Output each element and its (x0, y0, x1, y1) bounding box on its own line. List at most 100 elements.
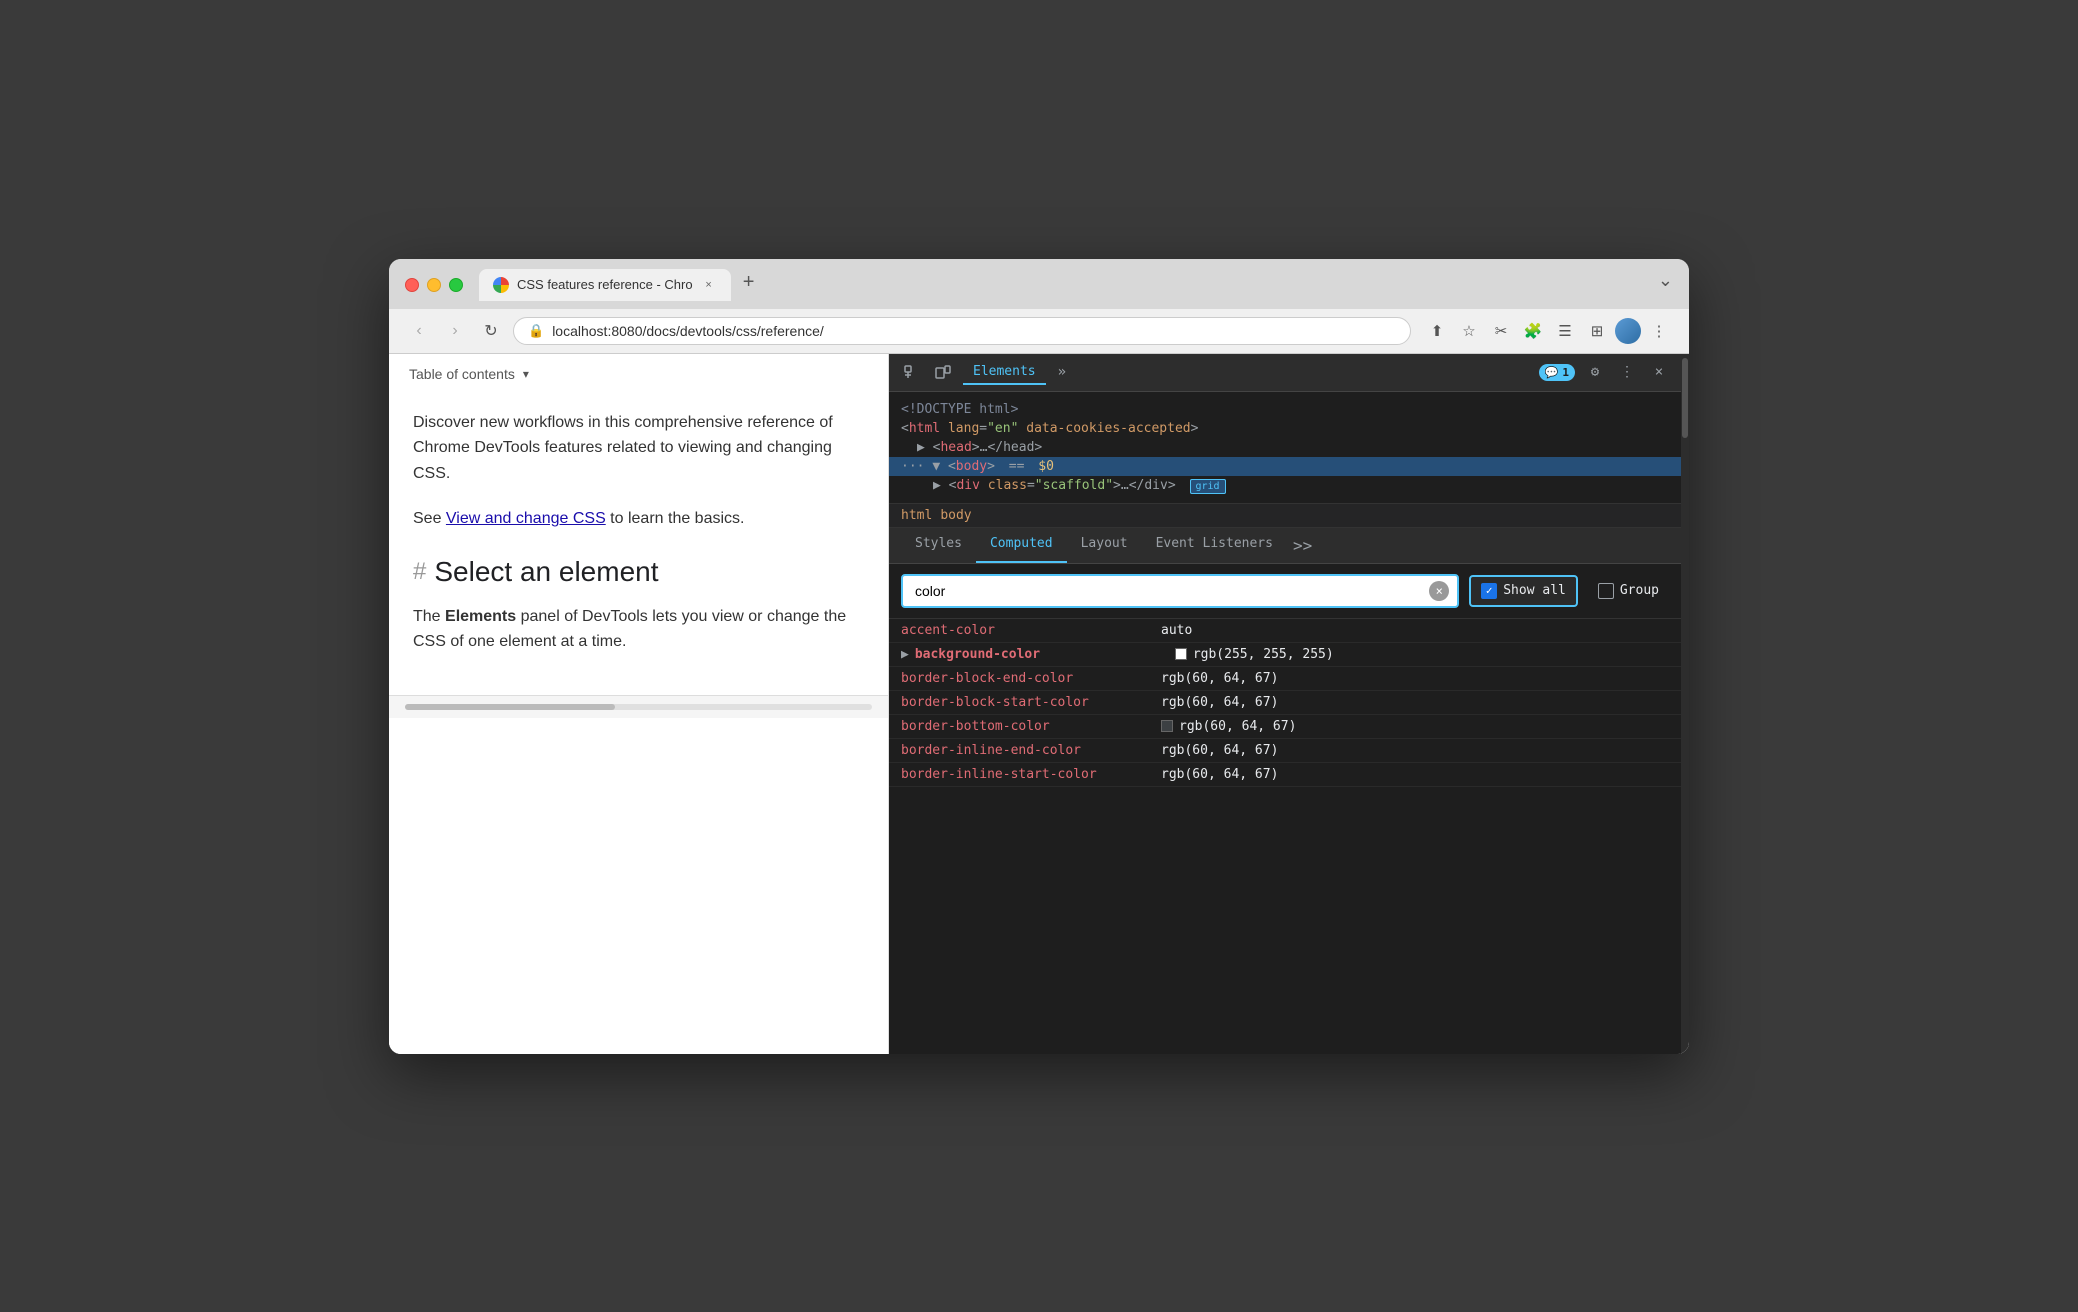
devtools-more-icon[interactable]: ⋮ (1615, 360, 1639, 384)
dom-line-head[interactable]: ▶ <head>…</head> (901, 438, 1669, 457)
devtools-toolbar: Elements » 💬 1 ⚙ ⋮ × (889, 354, 1681, 392)
dom-line-html[interactable]: <html lang="en" data-cookies-accepted> (901, 419, 1669, 438)
tab-layout[interactable]: Layout (1067, 528, 1142, 563)
inspect-icon[interactable] (899, 360, 923, 384)
color-swatch-white[interactable] (1175, 648, 1187, 660)
grid-badge[interactable]: grid (1190, 479, 1226, 494)
main-content: Table of contents ▾ Discover new workflo… (389, 354, 1689, 1054)
avatar[interactable] (1615, 318, 1641, 344)
dom-line-div-scaffold[interactable]: ▶ <div class="scaffold">…</div> grid (901, 476, 1669, 495)
console-badge[interactable]: 💬 1 (1539, 364, 1575, 381)
devtools-scrollbar-thumb (1682, 358, 1688, 438)
section-heading-text: Select an element (434, 556, 658, 588)
webpage-header: Table of contents ▾ (389, 354, 888, 390)
address-input[interactable]: 🔒 localhost:8080/docs/devtools/css/refer… (513, 317, 1411, 345)
back-button[interactable]: ‹ (405, 317, 433, 345)
devtools-wrapper: Elements » 💬 1 ⚙ ⋮ × <!DOC (889, 354, 1689, 1054)
address-bar-actions: ⬆ ☆ ✂ 🧩 ☰ ⊞ ⋮ (1423, 317, 1673, 345)
address-bar: ‹ › ↻ 🔒 localhost:8080/docs/devtools/css… (389, 309, 1689, 354)
paragraph-1: Discover new workflows in this comprehen… (413, 410, 864, 487)
bookmark-button[interactable]: ☆ (1455, 317, 1483, 345)
prop-background-color[interactable]: ▶ background-color rgb(255, 255, 255) (889, 643, 1681, 667)
search-row: × ✓ Show all Group (901, 574, 1669, 608)
scissors-button[interactable]: ✂ (1487, 317, 1515, 345)
paragraph-3-prefix: The (413, 608, 445, 625)
tab-title: CSS features reference - Chro (517, 277, 693, 292)
webpage-panel: Table of contents ▾ Discover new workflo… (389, 354, 889, 1054)
tabs-bar: CSS features reference - Chro × + (479, 269, 1658, 301)
traffic-lights[interactable] (405, 278, 463, 292)
tab-computed[interactable]: Computed (976, 528, 1067, 563)
dom-line-body[interactable]: ··· ▼ <body> == $0 (889, 457, 1681, 476)
prop-border-inline-end-color[interactable]: border-inline-end-color rgb(60, 64, 67) (889, 739, 1681, 763)
breadcrumb-html[interactable]: html (901, 508, 932, 523)
forward-button[interactable]: › (441, 317, 469, 345)
section-heading: # Select an element (413, 556, 864, 588)
console-badge-count: 1 (1562, 366, 1569, 379)
filter-input[interactable] (903, 576, 1457, 606)
devtools-settings-icon[interactable]: ⚙ (1583, 360, 1607, 384)
clear-search-button[interactable]: × (1429, 581, 1449, 601)
tab-css-features[interactable]: CSS features reference - Chro × (479, 269, 731, 301)
menu-list-button[interactable]: ☰ (1551, 317, 1579, 345)
group-checkbox[interactable] (1598, 583, 1614, 599)
show-all-wrap: ✓ Show all (1469, 575, 1578, 607)
more-tabs-icon[interactable]: » (1058, 364, 1066, 380)
more-button[interactable]: ⋮ (1645, 317, 1673, 345)
lock-icon: 🔒 (528, 323, 544, 339)
devtools-scrollbar[interactable] (1681, 354, 1689, 1054)
css-properties-list: accent-color auto ▶ background-color rgb… (889, 619, 1681, 1054)
prop-accent-color[interactable]: accent-color auto (889, 619, 1681, 643)
close-window-button[interactable] (405, 278, 419, 292)
show-all-checkbox[interactable]: ✓ (1481, 583, 1497, 599)
tab-elements[interactable]: Elements (963, 360, 1046, 385)
share-button[interactable]: ⬆ (1423, 317, 1451, 345)
paragraph-2-prefix: See (413, 510, 446, 527)
color-swatch-dark[interactable] (1161, 720, 1173, 732)
tab-event-listeners[interactable]: Event Listeners (1142, 528, 1287, 563)
computed-tabs: Styles Computed Layout Event Listeners >… (889, 528, 1681, 564)
prop-border-block-start-color[interactable]: border-block-start-color rgb(60, 64, 67) (889, 691, 1681, 715)
group-wrap: Group (1588, 577, 1669, 605)
address-text: localhost:8080/docs/devtools/css/referen… (552, 323, 1396, 339)
devtools-toolbar-right: 💬 1 ⚙ ⋮ × (1539, 360, 1671, 384)
dom-line-doctype: <!DOCTYPE html> (901, 400, 1669, 419)
split-button[interactable]: ⊞ (1583, 317, 1611, 345)
webpage-scrollbar (389, 695, 888, 718)
breadcrumb-body[interactable]: body (940, 508, 971, 523)
dom-tree: <!DOCTYPE html> <html lang="en" data-coo… (889, 392, 1681, 504)
window-controls-right: ⌄ (1658, 270, 1673, 291)
tab-close-button[interactable]: × (701, 277, 717, 293)
paragraph-2-suffix: to learn the basics. (606, 510, 745, 527)
webpage-body: Discover new workflows in this comprehen… (389, 390, 888, 696)
minimize-button[interactable] (427, 278, 441, 292)
paragraph-3: The Elements panel of DevTools lets you … (413, 604, 864, 655)
heading-section: # Select an element (413, 556, 864, 588)
device-toggle-icon[interactable] (931, 360, 955, 384)
new-tab-button[interactable]: + (735, 269, 763, 297)
prop-border-bottom-color[interactable]: border-bottom-color rgb(60, 64, 67) (889, 715, 1681, 739)
prop-border-block-end-color[interactable]: border-block-end-color rgb(60, 64, 67) (889, 667, 1681, 691)
group-label: Group (1620, 583, 1659, 598)
tab-styles[interactable]: Styles (901, 528, 976, 563)
toc-chevron[interactable]: ▾ (523, 367, 529, 381)
view-change-css-link[interactable]: View and change CSS (446, 510, 606, 527)
prop-border-inline-start-color[interactable]: border-inline-start-color rgb(60, 64, 67… (889, 763, 1681, 787)
devtools-close-button[interactable]: × (1647, 360, 1671, 384)
hash-symbol: # (413, 558, 426, 586)
extensions-button[interactable]: 🧩 (1519, 317, 1547, 345)
toc-link[interactable]: Table of contents (409, 366, 515, 382)
console-badge-icon: 💬 (1545, 366, 1559, 379)
search-bar-wrap: × ✓ Show all Group (889, 564, 1681, 619)
reload-button[interactable]: ↻ (477, 317, 505, 345)
search-input-container: × (901, 574, 1459, 608)
paragraph-2: See View and change CSS to learn the bas… (413, 506, 864, 532)
more-computed-tabs[interactable]: >> (1287, 528, 1318, 563)
tab-favicon (493, 277, 509, 293)
elements-bold: Elements (445, 608, 516, 625)
show-all-label: Show all (1503, 583, 1566, 598)
devtools-panel: Elements » 💬 1 ⚙ ⋮ × <!DOC (889, 354, 1681, 1054)
prop-expand-arrow[interactable]: ▶ (901, 647, 909, 662)
breadcrumb-bar: html body (889, 504, 1681, 528)
maximize-button[interactable] (449, 278, 463, 292)
